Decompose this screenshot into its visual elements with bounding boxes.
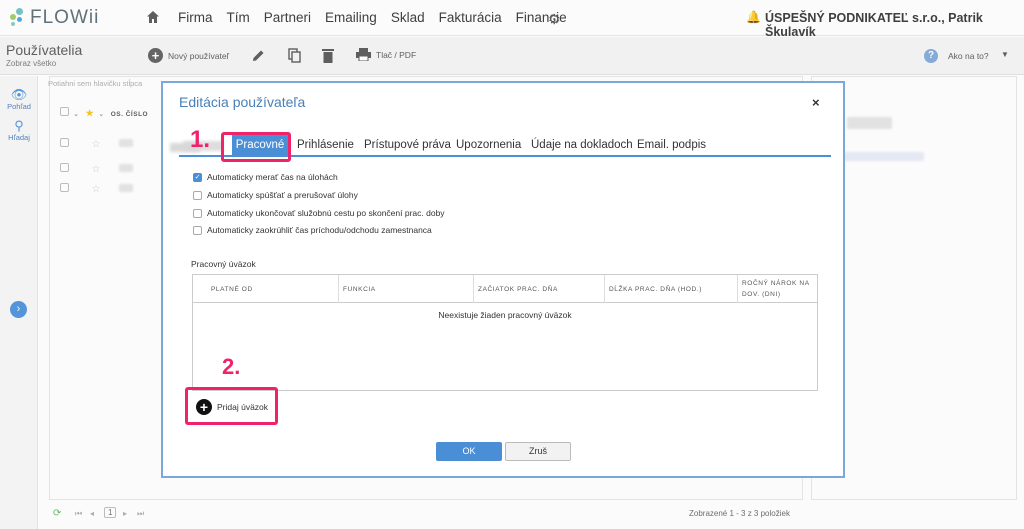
tab-udaje-na-dokladoch[interactable]: Údaje na dokladoch xyxy=(531,139,633,151)
tab-upozornenia[interactable]: Upozornenia xyxy=(456,139,521,151)
checkbox[interactable] xyxy=(193,225,202,235)
tab-email-podpis[interactable]: Email. podpis xyxy=(637,139,706,151)
column-header-line2: DOV. (DNI) xyxy=(742,291,781,298)
tab-pristupove-prava[interactable]: Prístupové práva xyxy=(364,139,451,151)
column-header[interactable]: FUNKCIA xyxy=(343,286,376,293)
column-header[interactable]: PLATNÉ OD xyxy=(211,286,253,293)
highlight-tab xyxy=(221,132,291,162)
option-label: Automaticky zaokrúhliť čas príchodu/odch… xyxy=(207,225,432,235)
option-measure-time[interactable]: ✓ Automaticky merať čas na úlohách xyxy=(193,172,338,182)
option-end-trip[interactable]: Automaticky ukončovať služobnú cestu po … xyxy=(193,208,445,218)
column-header[interactable]: ROČNÝ NÁROK NA xyxy=(742,280,810,287)
column-header[interactable]: ZAČIATOK PRAC. DŇA xyxy=(478,286,558,293)
empty-message: Neexistuje žiaden pracovný úväzok xyxy=(438,310,572,320)
option-label: Automaticky ukončovať služobnú cestu po … xyxy=(207,208,445,218)
checkbox[interactable] xyxy=(193,208,202,218)
dialog-title: Editácia používateľa xyxy=(179,94,306,110)
work-contract-table: PLATNÉ OD FUNKCIA ZAČIATOK PRAC. DŇA DĹŽ… xyxy=(192,274,818,391)
ok-button[interactable]: OK xyxy=(436,442,502,461)
step-2-annotation: 2. xyxy=(222,354,241,379)
cancel-button[interactable]: Zruš xyxy=(505,442,571,461)
close-icon[interactable]: × xyxy=(812,95,820,110)
option-label: Automaticky merať čas na úlohách xyxy=(207,172,338,182)
tab-prihlasenie[interactable]: Prihlásenie xyxy=(297,139,354,151)
option-round-time[interactable]: Automaticky zaokrúhliť čas príchodu/odch… xyxy=(193,225,432,235)
step-1-annotation: 1. xyxy=(190,126,211,153)
option-auto-start[interactable]: Automaticky spúšťať a prerušovať úlohy xyxy=(193,190,358,200)
table-header: PLATNÉ OD FUNKCIA ZAČIATOK PRAC. DŇA DĹŽ… xyxy=(193,275,817,303)
highlight-add-button xyxy=(185,387,278,425)
checkbox[interactable] xyxy=(193,190,202,200)
column-header[interactable]: DĹŽKA PRAC. DŇA (HOD.) xyxy=(609,286,702,293)
checkbox-checked[interactable]: ✓ xyxy=(193,172,202,182)
section-label: Pracovný úväzok xyxy=(191,259,256,269)
option-label: Automaticky spúšťať a prerušovať úlohy xyxy=(207,190,358,200)
